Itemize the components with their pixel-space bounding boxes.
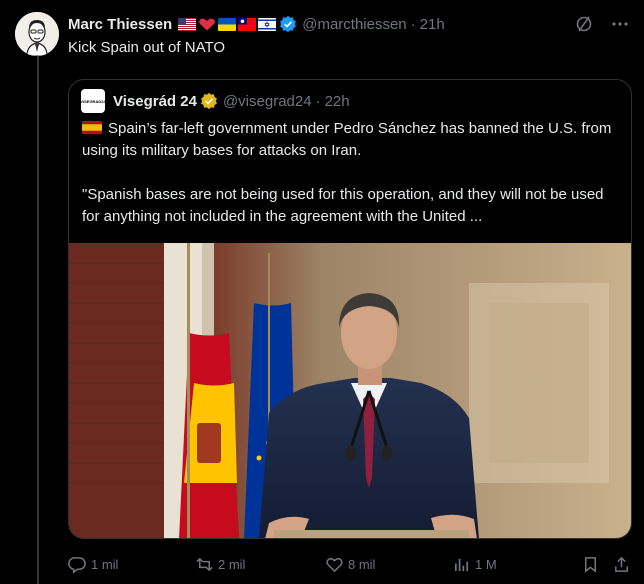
flag-emojis (178, 17, 277, 31)
reply-icon (68, 556, 86, 574)
quoted-text-line2: "Spanish bases are not being used for th… (82, 186, 604, 225)
red-heart-icon (198, 18, 216, 31)
post-action-bar: 1 mil 2 mil 8 mil 1 M (68, 552, 632, 576)
heart-icon (326, 557, 343, 572)
us-flag-icon (178, 17, 197, 31)
author-avatar[interactable] (15, 12, 59, 56)
quoted-post-time[interactable]: 22h (325, 93, 350, 110)
bookmark-icon (584, 556, 597, 573)
like-count: 8 mil (348, 556, 376, 572)
reply-button[interactable]: 1 mil (68, 555, 118, 574)
press-conference-photo (69, 243, 631, 538)
thread-line (37, 56, 39, 584)
repost-button[interactable]: 2 mil (195, 555, 245, 574)
reply-count: 1 mil (91, 556, 119, 572)
spain-flag-icon (82, 121, 102, 134)
quoted-avatar-text: VISEGRAD24 (80, 98, 106, 104)
like-button[interactable]: 8 mil (325, 555, 375, 574)
bookmark-button[interactable] (581, 555, 604, 574)
grok-icon[interactable] (574, 14, 594, 34)
share-icon (615, 556, 628, 572)
author-handle[interactable]: @marcthiessen (302, 16, 406, 33)
quoted-author-name[interactable]: Visegrád 24 (113, 93, 197, 110)
quoted-post[interactable]: VISEGRAD24 Visegrád 24 @visegrad24 · 22h… (68, 79, 632, 539)
post-time[interactable]: 21h (420, 16, 445, 33)
author-name[interactable]: Marc Thiessen (68, 16, 172, 33)
views-chart-icon (454, 558, 469, 571)
quoted-post-header: VISEGRAD24 Visegrád 24 @visegrad24 · 22h (80, 89, 350, 113)
separator-dot: · (410, 15, 416, 33)
views-button[interactable]: 1 M (452, 555, 497, 574)
verified-badge-icon (280, 15, 297, 33)
repost-icon (196, 557, 213, 571)
ukraine-flag-icon (218, 17, 237, 31)
post-top-actions (574, 14, 630, 34)
quoted-separator-dot: · (315, 92, 321, 110)
repost-count: 2 mil (218, 556, 246, 572)
post-header: Marc Thiessen @marcthiessen · 21h (68, 14, 445, 34)
quoted-avatar: VISEGRAD24 (80, 89, 106, 113)
share-button[interactable] (612, 555, 635, 574)
views-count: 1 M (475, 556, 497, 572)
taiwan-flag-icon (238, 17, 257, 31)
quoted-post-text: Spain’s far-left government under Pedro … (82, 118, 622, 228)
post-text: Kick Spain out of NATO (68, 39, 226, 56)
quoted-media-photo[interactable] (69, 243, 631, 538)
quoted-author-handle[interactable]: @visegrad24 (223, 93, 312, 110)
more-options-icon[interactable] (610, 14, 630, 34)
quoted-text-line1: Spain’s far-left government under Pedro … (82, 120, 612, 159)
gold-verified-badge-icon (201, 92, 217, 110)
israel-flag-icon (258, 17, 277, 31)
